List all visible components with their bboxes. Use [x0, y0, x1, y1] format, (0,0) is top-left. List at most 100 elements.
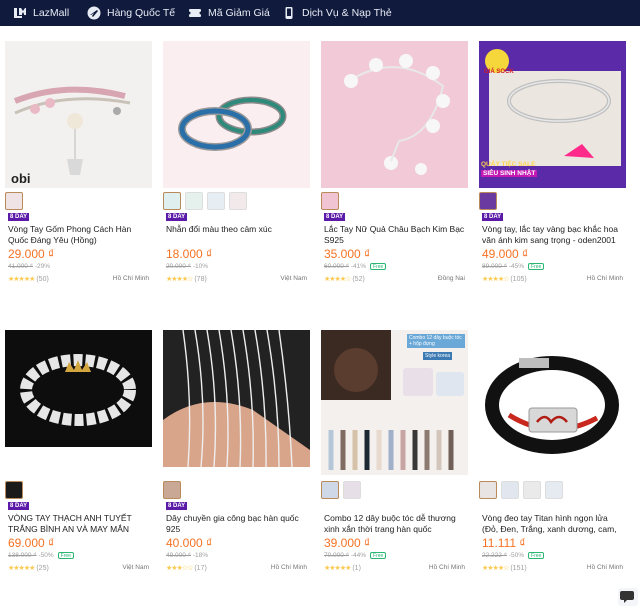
- product-card[interactable]: 8 DAY Nhẫn đổi màu theo cảm xúc 18.000 ₫…: [163, 41, 310, 291]
- discount: -50%: [508, 552, 525, 560]
- product-title[interactable]: Vòng tay, lắc tay vàng bạc khắc hoa văn …: [482, 224, 624, 245]
- product-title[interactable]: Combo 12 dây buộc tóc dễ thương xinh xắn…: [324, 513, 466, 534]
- product-title[interactable]: Vòng đeo tay Titan hình ngọn lửa (Đỏ, Đe…: [482, 513, 624, 535]
- discount: -45%: [508, 263, 525, 271]
- discount: -29%: [34, 263, 51, 270]
- location: Hồ Chí Minh: [586, 564, 623, 571]
- product-card[interactable]: GIÁ SOCK QUẢY TIỆC SALE SIÊU SINH NHẬT 8…: [479, 41, 626, 291]
- product-card[interactable]: 8 DAY Dây chuyền gia công bạc hàn quốc 9…: [163, 330, 310, 580]
- product-title[interactable]: Dây chuyền gia công bạc hàn quốc 925: [166, 513, 308, 534]
- promo-tag: GIÁ SOCK: [484, 69, 514, 75]
- promo-badge: 8 DAY: [8, 502, 30, 510]
- variant-thumbnails: [479, 192, 497, 212]
- variant-thumb[interactable]: [479, 192, 497, 210]
- variant-thumb[interactable]: [501, 481, 519, 499]
- product-price: 18.000 ₫: [166, 247, 213, 261]
- product-price: 49.000 ₫: [482, 247, 529, 261]
- star-rating-icon: ★★★☆☆: [166, 565, 193, 572]
- lazmall-logo-icon: [13, 6, 27, 20]
- variant-thumb[interactable]: [479, 481, 497, 499]
- variant-thumb[interactable]: [163, 192, 181, 210]
- review-count: (105): [510, 276, 527, 283]
- price-row: 41.000 ₫ -29%: [8, 263, 50, 270]
- variant-thumb[interactable]: [185, 192, 203, 210]
- variant-thumb[interactable]: [229, 192, 247, 210]
- price-row: 60.000 ₫ -41% Free: [324, 263, 387, 271]
- variant-thumb[interactable]: [523, 481, 541, 499]
- product-card[interactable]: 8 DAY Lắc Tay Nữ Quả Châu Bạch Kim Bạc S…: [321, 41, 468, 291]
- variant-thumbnails: [5, 192, 23, 212]
- original-price: 138.000 ₫: [8, 552, 37, 560]
- variant-thumb[interactable]: [207, 192, 225, 210]
- variant-thumbnails: [479, 481, 563, 501]
- location: Việt Nam: [122, 564, 149, 571]
- promo-badge: 8 DAY: [8, 213, 30, 221]
- discount: -18%: [192, 552, 209, 559]
- discount: -41%: [350, 263, 367, 271]
- product-image[interactable]: [163, 330, 310, 467]
- product-card[interactable]: Vòng đeo tay Titan hình ngọn lửa (Đỏ, Đe…: [479, 330, 626, 580]
- star-rating-icon: ★★★★★: [324, 565, 351, 572]
- product-image[interactable]: [163, 41, 310, 188]
- original-price: 60.000 ₫: [324, 263, 350, 271]
- product-image[interactable]: [479, 330, 626, 475]
- price-row: 49.000 ₫ -18%: [166, 552, 208, 559]
- nav-voucher[interactable]: Mã Giảm Giá: [187, 0, 270, 26]
- discount: -50%: [38, 552, 54, 560]
- free-shipping-badge: Free: [57, 552, 74, 559]
- variant-thumb[interactable]: [321, 192, 339, 210]
- location: Hồ Chí Minh: [586, 275, 623, 282]
- product-image[interactable]: obi: [5, 41, 152, 188]
- nav-global-goods[interactable]: Hàng Quốc Tế: [87, 0, 175, 26]
- nav-global-label: Hàng Quốc Tế: [107, 7, 176, 19]
- image-watermark: obi: [11, 171, 31, 186]
- variant-thumb[interactable]: [343, 481, 361, 499]
- product-title[interactable]: Vòng Tay Gốm Phong Cách Hàn Quốc Đáng Yê…: [8, 224, 150, 245]
- discount: -10%: [192, 263, 209, 270]
- product-card[interactable]: Combo 12 dây buộc tóc + hộp đựng Style k…: [321, 330, 468, 580]
- rating: ★★★☆☆ (17): [166, 564, 207, 572]
- star-rating-icon: ★★★★☆: [324, 276, 351, 283]
- variant-thumb[interactable]: [163, 481, 181, 499]
- nav-topup-label: Dịch Vụ & Nạp Thẻ: [302, 7, 392, 19]
- nav-lazmall[interactable]: LazMall: [13, 0, 69, 26]
- star-rating-icon: ★★★★☆: [482, 276, 509, 283]
- variant-thumb[interactable]: [321, 481, 339, 499]
- product-image[interactable]: [5, 330, 152, 447]
- product-card[interactable]: obi 8 DAY Vòng Tay Gốm Phong Cách Hàn Qu…: [5, 41, 152, 291]
- original-price: 49.000 ₫: [166, 552, 192, 559]
- free-shipping-badge: Free: [370, 263, 387, 270]
- promo-badge: 8 DAY: [166, 213, 188, 221]
- variant-thumbnails: [321, 192, 339, 212]
- price-row: 22.222 ₫ -50% Free: [482, 552, 545, 560]
- price-row: 20.000 ₫ -10%: [166, 263, 208, 270]
- rating: ★★★★☆ (78): [166, 275, 207, 283]
- product-image[interactable]: Combo 12 dây buộc tóc + hộp đựng Style k…: [321, 330, 468, 475]
- discount: -44%: [350, 552, 367, 560]
- product-title[interactable]: Lắc Tay Nữ Quả Châu Bạch Kim Bạc S925: [324, 224, 466, 245]
- product-image[interactable]: [321, 41, 468, 188]
- voucher-icon: [187, 6, 203, 20]
- chat-button[interactable]: [618, 588, 638, 606]
- price-row: 70.000 ₫ -44% Free: [324, 552, 387, 560]
- product-card[interactable]: 8 DAY VÒNG TAY THẠCH ANH TUYẾT TRẮNG BÌN…: [5, 330, 152, 580]
- variant-thumb[interactable]: [5, 192, 23, 210]
- promo-badge: 8 DAY: [324, 213, 346, 221]
- star-rating-icon: ★★★★☆: [166, 276, 193, 283]
- variant-thumb[interactable]: [5, 481, 23, 499]
- variant-thumb[interactable]: [545, 481, 563, 499]
- rating: ★★★★★ (25): [8, 564, 49, 572]
- nav-lazmall-label: LazMall: [33, 7, 70, 19]
- location: Việt Nam: [280, 275, 307, 282]
- star-rating-icon: ★★★★★: [8, 276, 35, 283]
- rating: ★★★★☆ (105): [482, 275, 527, 283]
- product-title[interactable]: Nhẫn đổi màu theo cảm xúc: [166, 224, 308, 235]
- nav-topup[interactable]: Dịch Vụ & Nạp Thẻ: [282, 0, 392, 26]
- product-price: 11.111 ₫: [482, 536, 526, 550]
- product-image[interactable]: GIÁ SOCK QUẢY TIỆC SALE SIÊU SINH NHẬT: [479, 41, 626, 188]
- original-price: 41.000 ₫: [8, 263, 34, 270]
- product-title[interactable]: VÒNG TAY THẠCH ANH TUYẾT TRẮNG BÌNH AN V…: [8, 513, 150, 534]
- free-shipping-badge: Free: [370, 552, 387, 559]
- price-row: 89.000 ₫ -45% Free: [482, 263, 545, 271]
- rating: ★★★★☆ (151): [482, 564, 527, 572]
